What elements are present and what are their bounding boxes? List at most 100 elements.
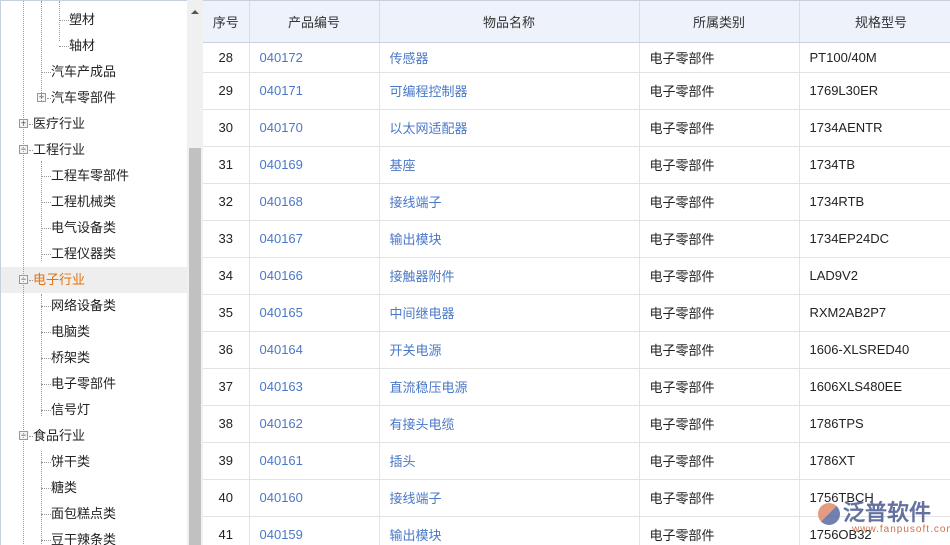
row-index: 32 bbox=[203, 183, 250, 221]
tree-node[interactable]: 电脑类 bbox=[1, 319, 187, 345]
tree-node[interactable]: 轴材 bbox=[1, 33, 187, 59]
table-row[interactable]: 35 040165 中间继电器 电子零部件 RXM2AB2P7 bbox=[203, 294, 950, 332]
product-code-link[interactable]: 040170 bbox=[249, 109, 380, 147]
item-name-link[interactable]: 以太网适配器 bbox=[379, 109, 640, 147]
product-code-link[interactable]: 040164 bbox=[249, 331, 380, 369]
spec-cell: 1786XT bbox=[799, 442, 950, 480]
table-row[interactable]: 28 040172 传感器 电子零部件 PT100/40M bbox=[203, 42, 950, 73]
column-header[interactable]: 物品名称 bbox=[379, 1, 640, 43]
tree-node[interactable]: 电气设备类 bbox=[1, 215, 187, 241]
row-index: 37 bbox=[203, 368, 250, 406]
product-code-link[interactable]: 040166 bbox=[249, 257, 380, 295]
tree-node[interactable]: − 电子行业 bbox=[1, 267, 187, 293]
tree-node[interactable]: 工程仪器类 bbox=[1, 241, 187, 267]
tree-node[interactable]: 工程车零部件 bbox=[1, 163, 187, 189]
table-row[interactable]: 34 040166 接触器附件 电子零部件 LAD9V2 bbox=[203, 257, 950, 295]
tree-node-label: 饼干类 bbox=[51, 454, 91, 469]
tree-node-label: 医疗行业 bbox=[33, 116, 86, 131]
product-code-link[interactable]: 040165 bbox=[249, 294, 380, 332]
tree-node[interactable]: 工程机械类 bbox=[1, 189, 187, 215]
item-name-link[interactable]: 基座 bbox=[379, 146, 640, 184]
table-row[interactable]: 30 040170 以太网适配器 电子零部件 1734AENTR bbox=[203, 109, 950, 147]
item-name-link[interactable]: 中间继电器 bbox=[379, 294, 640, 332]
spec-cell: 1734EP24DC bbox=[799, 220, 950, 258]
item-name-link[interactable]: 输出模块 bbox=[379, 516, 640, 545]
product-code-link[interactable]: 040167 bbox=[249, 220, 380, 258]
tree-line bbox=[41, 540, 51, 541]
category-cell: 电子零部件 bbox=[639, 183, 800, 221]
table-row[interactable]: 32 040168 接线端子 电子零部件 1734RTB bbox=[203, 183, 950, 221]
table-row[interactable]: 38 040162 有接头电缆 电子零部件 1786TPS bbox=[203, 405, 950, 443]
category-cell: 电子零部件 bbox=[639, 331, 800, 369]
tree-node-label: 工程车零部件 bbox=[51, 168, 130, 183]
spec-cell: 1734AENTR bbox=[799, 109, 950, 147]
tree-line bbox=[41, 254, 51, 255]
product-code-link[interactable]: 040160 bbox=[249, 479, 380, 517]
table-row[interactable]: 39 040161 插头 电子零部件 1786XT bbox=[203, 442, 950, 480]
tree-line bbox=[41, 488, 51, 489]
spec-cell: 1734TB bbox=[799, 146, 950, 184]
product-code-link[interactable]: 040163 bbox=[249, 368, 380, 406]
item-name-link[interactable]: 插头 bbox=[379, 442, 640, 480]
watermark-url: www.fanpusoft.com bbox=[852, 524, 950, 535]
item-name-link[interactable]: 直流稳压电源 bbox=[379, 368, 640, 406]
product-code-link[interactable]: 040172 bbox=[249, 42, 380, 73]
product-code-link[interactable]: 040169 bbox=[249, 146, 380, 184]
scroll-up-arrow-icon[interactable] bbox=[191, 10, 199, 14]
tree-line bbox=[41, 228, 51, 229]
tree-node[interactable]: + 医疗行业 bbox=[1, 111, 187, 137]
item-name-link[interactable]: 开关电源 bbox=[379, 331, 640, 369]
tree-node[interactable]: 饼干类 bbox=[1, 449, 187, 475]
table-row[interactable]: 36 040164 开关电源 电子零部件 1606-XLSRED40 bbox=[203, 331, 950, 369]
tree-node[interactable]: 豆干辣条类 bbox=[1, 527, 187, 545]
row-index: 28 bbox=[203, 42, 250, 73]
product-code-link[interactable]: 040161 bbox=[249, 442, 380, 480]
column-header[interactable]: 产品编号 bbox=[249, 1, 380, 43]
row-index: 38 bbox=[203, 405, 250, 443]
tree-node[interactable]: 网络设备类 bbox=[1, 293, 187, 319]
row-index: 30 bbox=[203, 109, 250, 147]
tree-node[interactable]: 汽车产成品 bbox=[1, 59, 187, 85]
row-index: 34 bbox=[203, 257, 250, 295]
tree-node-label: 电子行业 bbox=[33, 272, 86, 287]
category-tree: 塑材 轴材 汽车产成品 + 汽车零部件 + 医疗行业 − 工程行业工程车零部件工程机械类 电气设备… bbox=[0, 0, 187, 545]
tree-scrollbar[interactable] bbox=[187, 0, 203, 545]
category-cell: 电子零部件 bbox=[639, 42, 800, 73]
table-row[interactable]: 31 040169 基座 电子零部件 1734TB bbox=[203, 146, 950, 184]
scrollbar-thumb[interactable] bbox=[189, 148, 201, 545]
column-header[interactable]: 规格型号 bbox=[799, 1, 950, 43]
watermark-logo: 泛普软件 bbox=[818, 495, 931, 527]
tree-line bbox=[59, 1, 60, 41]
item-name-link[interactable]: 接线端子 bbox=[379, 479, 640, 517]
column-header[interactable]: 序号 bbox=[203, 1, 250, 43]
product-code-link[interactable]: 040168 bbox=[249, 183, 380, 221]
tree-node-label: 汽车零部件 bbox=[51, 90, 117, 105]
tree-node[interactable]: 电子零部件 bbox=[1, 371, 187, 397]
product-code-link[interactable]: 040171 bbox=[249, 72, 380, 110]
item-name-link[interactable]: 可编程控制器 bbox=[379, 72, 640, 110]
tree-node[interactable]: 塑材 bbox=[1, 7, 187, 33]
item-name-link[interactable]: 接线端子 bbox=[379, 183, 640, 221]
tree-node[interactable]: 信号灯 bbox=[1, 397, 187, 423]
category-cell: 电子零部件 bbox=[639, 405, 800, 443]
tree-line bbox=[41, 514, 51, 515]
item-name-link[interactable]: 输出模块 bbox=[379, 220, 640, 258]
product-code-link[interactable]: 040159 bbox=[249, 516, 380, 545]
tree-node[interactable]: − 工程行业 bbox=[1, 137, 187, 163]
item-name-link[interactable]: 接触器附件 bbox=[379, 257, 640, 295]
item-name-link[interactable]: 有接头电缆 bbox=[379, 405, 640, 443]
tree-node[interactable]: + 汽车零部件 bbox=[1, 85, 187, 111]
tree-node[interactable]: − 食品行业 bbox=[1, 423, 187, 449]
item-name-link[interactable]: 传感器 bbox=[379, 42, 640, 73]
table-row[interactable]: 33 040167 输出模块 电子零部件 1734EP24DC bbox=[203, 220, 950, 258]
tree-node[interactable]: 桥架类 bbox=[1, 345, 187, 371]
table-row[interactable]: 37 040163 直流稳压电源 电子零部件 1606XLS480EE bbox=[203, 368, 950, 406]
tree-line bbox=[41, 1, 42, 101]
tree-node[interactable]: 糖类 bbox=[1, 475, 187, 501]
tree-node[interactable]: 面包糕点类 bbox=[1, 501, 187, 527]
row-index: 36 bbox=[203, 331, 250, 369]
table-row[interactable]: 29 040171 可编程控制器 电子零部件 1769L30ER bbox=[203, 72, 950, 110]
category-cell: 电子零部件 bbox=[639, 442, 800, 480]
product-code-link[interactable]: 040162 bbox=[249, 405, 380, 443]
column-header[interactable]: 所属类别 bbox=[639, 1, 800, 43]
